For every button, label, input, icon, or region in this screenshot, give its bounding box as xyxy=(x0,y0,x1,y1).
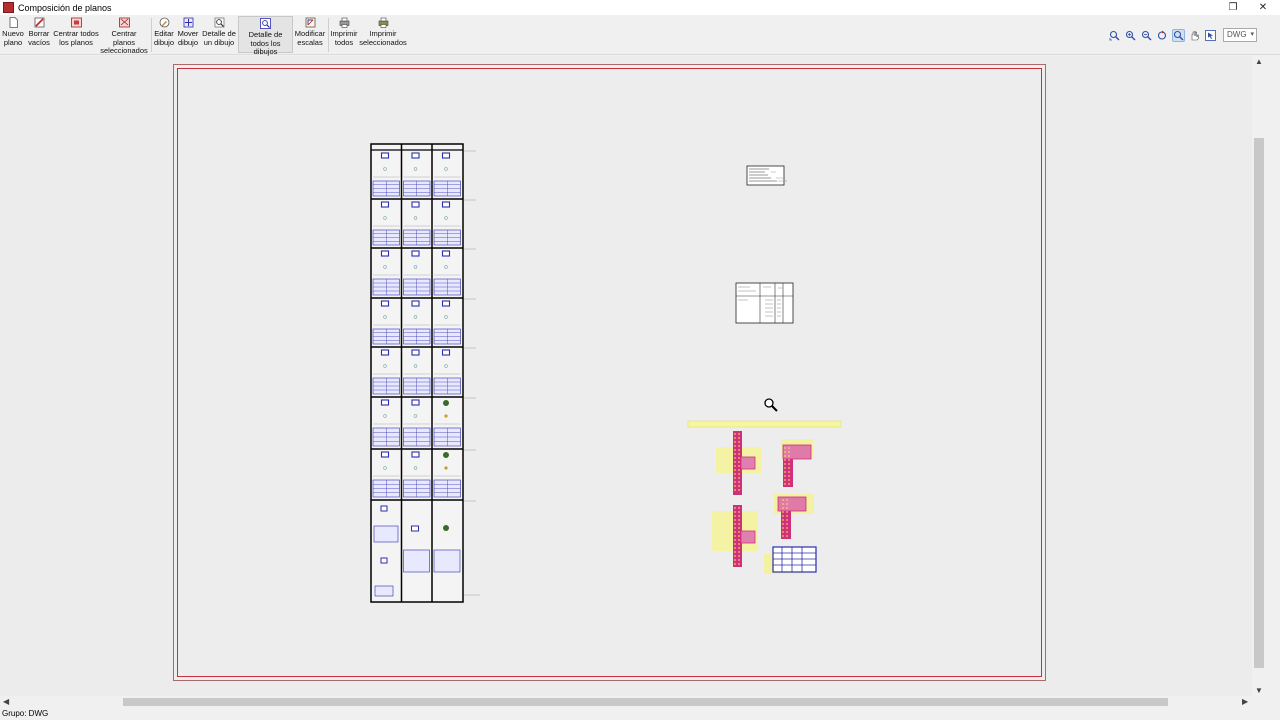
pan-hand-button[interactable] xyxy=(1188,29,1201,42)
vertical-scroll-thumb[interactable] xyxy=(1254,138,1264,668)
select-button[interactable] xyxy=(1204,29,1217,42)
detail-one-label: Detalle de un dibujo xyxy=(202,29,236,47)
center-all-button[interactable]: Centrar todos los planos xyxy=(53,16,99,53)
new-plan-icon xyxy=(9,17,18,28)
zoom-extents-icon xyxy=(1157,30,1167,40)
delete-empty-button[interactable]: Borrar vacíos xyxy=(26,16,52,53)
print-all-button[interactable]: Imprimir todos xyxy=(330,16,358,53)
vertical-scrollbar[interactable]: ▲ ▼ xyxy=(1252,56,1266,696)
zoom-in-icon xyxy=(1173,30,1184,40)
delete-empty-label: Borrar vacíos xyxy=(28,29,50,47)
center-selected-icon xyxy=(118,17,130,28)
new-plan-label: Nuevo plano xyxy=(2,29,24,47)
scroll-down-icon[interactable]: ▼ xyxy=(1255,686,1263,695)
new-plan-button[interactable]: Nuevo plano xyxy=(1,16,25,53)
status-group-text: Grupo: DWG xyxy=(2,709,49,718)
zoom-window-icon xyxy=(1109,30,1120,40)
select-icon xyxy=(1205,29,1216,41)
detail-all-icon xyxy=(260,18,271,29)
scroll-left-icon[interactable]: ◀ xyxy=(3,697,9,706)
format-select[interactable]: DWG ▾ xyxy=(1223,28,1257,42)
print-all-icon xyxy=(339,17,349,28)
chevron-down-icon: ▾ xyxy=(1250,31,1254,38)
sheet-frame xyxy=(177,68,1042,677)
zoom-toolbar: DWG ▾ xyxy=(1108,26,1257,44)
zoom-extents-button[interactable] xyxy=(1156,29,1169,42)
toolbar-separator xyxy=(151,18,152,52)
format-select-value: DWG xyxy=(1227,30,1247,39)
status-bar: Grupo: DWG xyxy=(0,708,1280,720)
detail-all-button[interactable]: Detalle de todos los dibujos xyxy=(238,16,293,56)
print-selected-label: Imprimir seleccionados xyxy=(359,29,407,47)
title-block-drawing[interactable] xyxy=(746,165,790,187)
move-drawing-label: Mover dibujo xyxy=(177,29,199,47)
zoom-out-icon xyxy=(1141,30,1152,40)
edit-drawing-icon xyxy=(159,17,169,28)
magnifier-cursor-icon xyxy=(764,398,778,412)
center-selected-button[interactable]: Centrar planos seleccionados xyxy=(100,16,148,55)
toolbar: Nuevo plano Borrar vacíos Centrar todos … xyxy=(0,15,1280,56)
zoom-out-button[interactable] xyxy=(1140,29,1153,42)
zoom-magnify-icon xyxy=(1125,30,1136,40)
pan-hand-icon xyxy=(1191,30,1199,40)
move-drawing-icon xyxy=(183,17,193,28)
detail-all-label: Detalle de todos los dibujos xyxy=(248,30,283,56)
zoom-magnify-button[interactable] xyxy=(1124,29,1137,42)
move-drawing-button[interactable]: Mover dibujo xyxy=(176,16,200,53)
toolbar-separator xyxy=(328,18,329,52)
edit-drawing-button[interactable]: Editar dibujo xyxy=(153,16,175,53)
center-selected-label: Centrar planos seleccionados xyxy=(100,29,148,55)
center-all-label: Centrar todos los planos xyxy=(53,29,99,47)
restore-button[interactable]: ❐ xyxy=(1218,0,1248,15)
table-drawing[interactable] xyxy=(735,282,795,326)
horizontal-scrollbar[interactable]: ◀ ▶ xyxy=(0,696,1252,708)
close-button[interactable]: ✕ xyxy=(1248,0,1278,15)
plan-sheet[interactable] xyxy=(173,64,1046,681)
print-selected-button[interactable]: Imprimir seleccionados xyxy=(359,16,407,53)
zoom-in-button[interactable] xyxy=(1172,28,1185,42)
detail-one-button[interactable]: Detalle de un dibujo xyxy=(201,16,237,53)
detail-one-icon xyxy=(214,17,224,28)
print-selected-icon xyxy=(378,17,388,28)
print-all-label: Imprimir todos xyxy=(330,29,358,47)
modify-scales-icon xyxy=(305,17,315,28)
zoom-window-button[interactable] xyxy=(1108,29,1121,42)
column-schedule-drawing[interactable] xyxy=(368,141,488,605)
delete-empty-icon xyxy=(34,17,44,28)
rebar-detail-drawing[interactable] xyxy=(686,419,846,584)
center-all-icon xyxy=(70,17,82,28)
window-title: Composición de planos xyxy=(18,2,112,13)
drawing-canvas[interactable] xyxy=(0,56,1252,696)
modify-scales-button[interactable]: Modificar escalas xyxy=(294,16,326,53)
title-bar: Composición de planos ❐ ✕ xyxy=(0,0,1280,15)
horizontal-scroll-thumb[interactable] xyxy=(123,698,1168,706)
app-icon xyxy=(3,2,14,13)
edit-drawing-label: Editar dibujo xyxy=(153,29,175,47)
scroll-up-icon[interactable]: ▲ xyxy=(1255,57,1263,66)
scroll-right-icon[interactable]: ▶ xyxy=(1242,697,1248,706)
modify-scales-label: Modificar escalas xyxy=(294,29,326,47)
